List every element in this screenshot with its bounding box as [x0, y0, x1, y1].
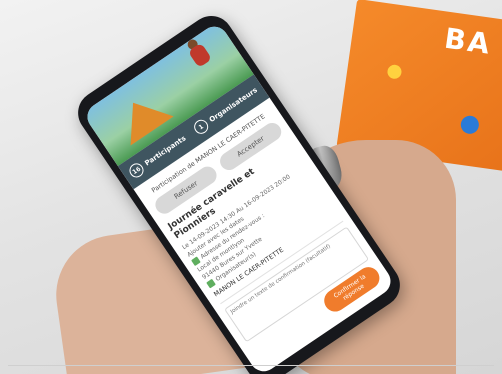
frame-border	[8, 365, 494, 366]
book-decoration	[459, 114, 481, 135]
organisateurs-count: 1	[191, 117, 211, 137]
book-decoration	[386, 63, 403, 80]
photo: BA 16 Participants 1 Organisateurs Parti…	[0, 0, 502, 374]
checkbox-icon	[206, 278, 216, 289]
participants-count: 16	[126, 160, 147, 181]
book-cover-letters: BA	[442, 21, 494, 61]
